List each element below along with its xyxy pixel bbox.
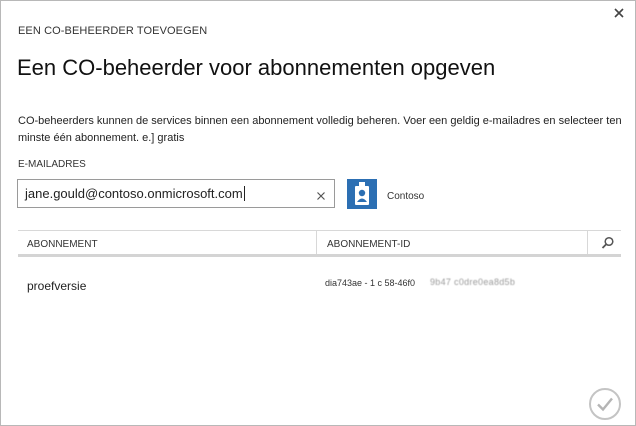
- column-header-subscription: ABONNEMENT: [27, 239, 98, 250]
- subscription-id-redacted: 9b47 c0dre0ea8d5b: [430, 277, 516, 287]
- column-divider: [587, 231, 588, 254]
- organization-tile: [347, 179, 377, 209]
- search-icon: [601, 236, 614, 249]
- close-icon: [614, 8, 624, 18]
- checkmark-icon: [589, 388, 621, 420]
- email-label: E-MAILADRES: [18, 159, 86, 170]
- text-caret: [243, 186, 245, 201]
- column-header-subscription-id: ABONNEMENT-ID: [327, 239, 411, 250]
- table-row[interactable]: proefversie dia743ae - 1 c 58-46f0 9b47 …: [18, 267, 621, 303]
- dialog-header: EEN CO-BEHEERDER TOEVOEGEN: [18, 25, 208, 37]
- table-search-button[interactable]: [601, 236, 615, 250]
- column-divider: [316, 231, 317, 254]
- dialog-description: CO-beheerders kunnen de services binnen …: [18, 115, 622, 144]
- subscription-id: dia743ae - 1 c 58-46f0: [325, 278, 416, 288]
- close-button[interactable]: [611, 5, 627, 21]
- email-value: jane.gould@contoso.onmicrosoft.com: [25, 186, 243, 201]
- dialog-title: Een CO-beheerder voor abonnementen opgev…: [17, 55, 496, 80]
- email-field[interactable]: jane.gould@contoso.onmicrosoft.com: [17, 179, 335, 208]
- clear-icon: [317, 192, 325, 200]
- user-badge-icon: [355, 182, 369, 205]
- organization-name: Contoso: [387, 191, 425, 202]
- subscription-name: proefversie: [27, 279, 87, 293]
- subscription-table-header: ABONNEMENT ABONNEMENT-ID: [18, 230, 621, 257]
- add-coadmin-dialog: EEN CO-BEHEERDER TOEVOEGEN Een CO-beheer…: [0, 0, 636, 426]
- confirm-button[interactable]: [588, 387, 622, 421]
- clear-email-button[interactable]: [316, 188, 326, 200]
